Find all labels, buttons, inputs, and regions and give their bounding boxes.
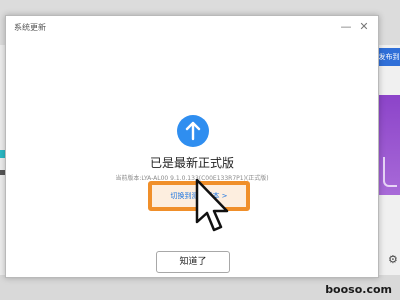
dialog-titlebar: 系统更新 — ✕ bbox=[6, 16, 378, 40]
system-update-dialog: 系统更新 — ✕ 已是最新正式版 当前版本:LYA-AL00 9.1.0.133… bbox=[5, 15, 379, 278]
close-icon[interactable]: ✕ bbox=[356, 19, 372, 35]
ok-button[interactable]: 知道了 bbox=[156, 251, 230, 273]
update-status-title: 已是最新正式版 bbox=[149, 156, 234, 170]
dialog-title: 系统更新 bbox=[14, 23, 46, 32]
mouse-cursor-icon bbox=[195, 178, 229, 232]
dialog-content: 已是最新正式版 当前版本:LYA-AL00 9.1.0.133(C00E133R… bbox=[6, 40, 378, 277]
arrow-up-icon bbox=[177, 115, 209, 147]
gear-icon[interactable]: ⚙ bbox=[388, 253, 398, 266]
minimize-icon[interactable]: — bbox=[338, 19, 354, 35]
banner-figure bbox=[383, 157, 397, 187]
background-right-button[interactable]: 发布到 bbox=[378, 48, 400, 66]
watermark-text: booso.com bbox=[325, 283, 392, 296]
